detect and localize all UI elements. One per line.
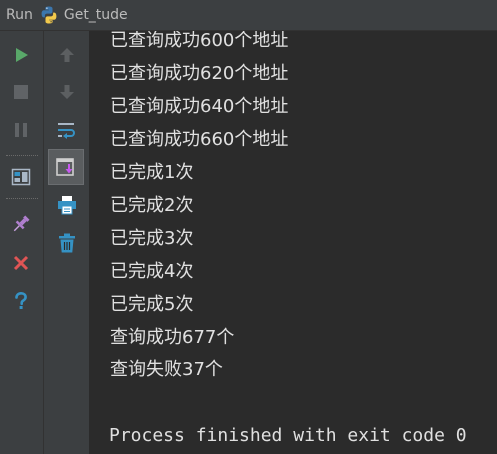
console-line: 已查询成功620个地址 (110, 63, 289, 84)
close-button[interactable] (7, 249, 35, 277)
console-exit-line: Process finished with exit code 0 (109, 425, 467, 446)
pin-tab-button[interactable] (7, 210, 35, 238)
close-icon (13, 255, 29, 271)
run-titlebar: Run Get_tude (0, 0, 497, 31)
python-icon (39, 5, 59, 25)
toolbar-separator (6, 155, 38, 156)
down-stack-button[interactable] (53, 78, 81, 106)
arrow-up-icon (60, 48, 74, 62)
toolbar-separator (6, 198, 38, 199)
console-line: 已完成5次 (110, 294, 194, 315)
console-line: 查询失败37个 (110, 359, 223, 380)
play-icon (16, 48, 28, 62)
scroll-to-end-icon (56, 158, 74, 176)
console-line: 已查询成功660个地址 (110, 129, 289, 150)
run-label: Run (6, 7, 33, 23)
soft-wrap-icon (58, 123, 75, 139)
question-icon (15, 291, 27, 309)
run-config-name[interactable]: Get_tude (64, 7, 128, 23)
pause-button[interactable] (7, 116, 35, 144)
stop-icon (14, 85, 28, 99)
pin-icon (13, 215, 30, 232)
layout-icon (11, 168, 31, 186)
print-button[interactable] (53, 191, 81, 219)
trash-icon (59, 233, 75, 253)
left-toolbar (0, 31, 44, 454)
console-line: 已完成2次 (110, 195, 194, 216)
console-line: 已查询成功600个地址 (110, 31, 289, 51)
soft-wrap-button[interactable] (53, 116, 81, 144)
run-tool-window: Run Get_tude 已查询成功600个地址 已查询成功620个地址 已查询… (0, 0, 497, 454)
rerun-button[interactable] (7, 41, 35, 69)
help-button[interactable] (7, 287, 35, 315)
console-line: 已完成1次 (110, 162, 194, 183)
pause-icon (15, 123, 27, 137)
print-icon (58, 196, 76, 215)
stop-button[interactable] (7, 78, 35, 106)
clear-all-button[interactable] (53, 229, 81, 257)
restore-layout-button[interactable] (7, 163, 35, 191)
right-toolbar (44, 31, 90, 454)
console-line: 查询成功677个 (110, 327, 235, 348)
console-output[interactable]: 已查询成功600个地址 已查询成功620个地址 已查询成功640个地址 已查询成… (90, 31, 497, 454)
console-line: 已查询成功640个地址 (110, 96, 289, 117)
up-stack-button[interactable] (53, 41, 81, 69)
scroll-to-end-button[interactable] (48, 149, 84, 185)
arrow-down-icon (60, 85, 74, 99)
console-line: 已完成3次 (110, 228, 194, 249)
console-line: 已完成4次 (110, 261, 194, 282)
